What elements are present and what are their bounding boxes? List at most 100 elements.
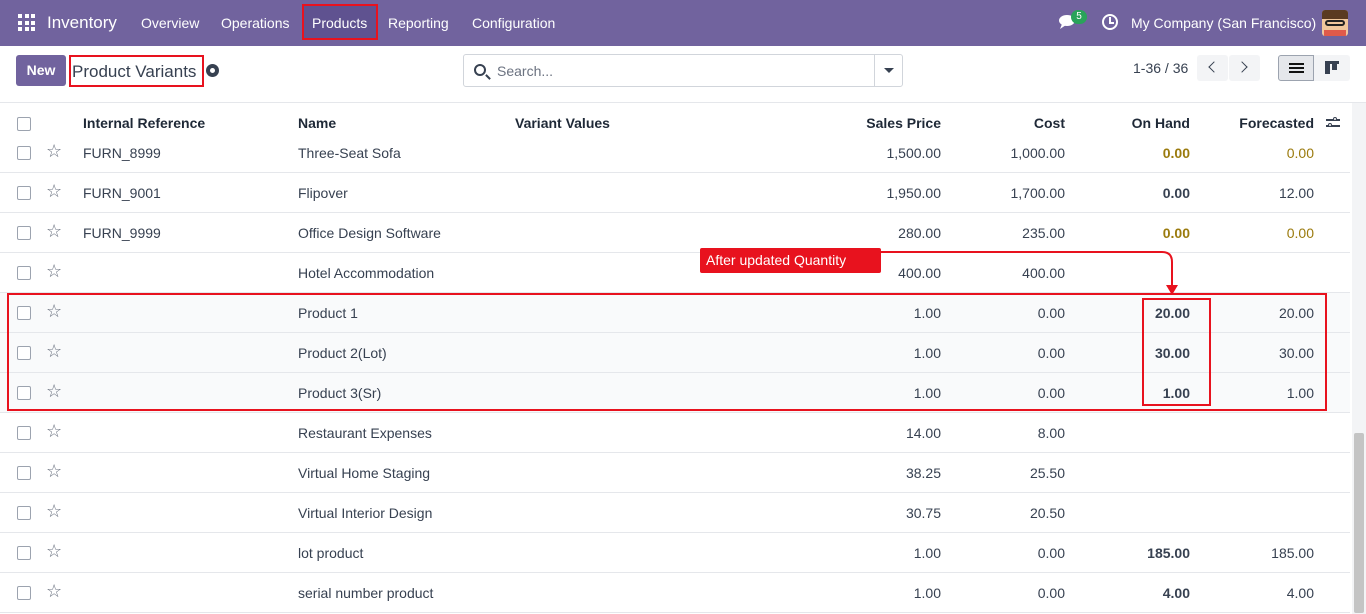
annotation-label: After updated Quantity	[700, 248, 881, 273]
page-title: Product Variants	[72, 62, 197, 81]
star-icon[interactable]: ☆	[46, 462, 62, 480]
row-checkbox[interactable]	[17, 226, 31, 240]
cell-name: Office Design Software	[298, 225, 441, 241]
row-checkbox[interactable]	[17, 506, 31, 520]
top-navbar: Inventory Overview Operations Products R…	[0, 0, 1366, 46]
menu-operations[interactable]: Operations	[221, 15, 289, 31]
pager-previous-button[interactable]	[1197, 55, 1228, 81]
table-row[interactable]: ☆ FURN_9999 Office Design Software 280.00 23…	[0, 213, 1350, 253]
table-row[interactable]: ☆ FURN_8999 Three-Seat Sofa 1,500.00 1,000.0…	[0, 133, 1350, 173]
scrollbar[interactable]	[1352, 103, 1366, 614]
search-icon[interactable]	[474, 64, 486, 76]
kanban-view-button[interactable]	[1314, 55, 1350, 81]
star-icon[interactable]: ☆	[46, 422, 62, 440]
cell-internal-reference: FURN_9999	[83, 225, 161, 241]
row-checkbox[interactable]	[17, 466, 31, 480]
pager-next-button[interactable]	[1229, 55, 1260, 81]
menu-products[interactable]: Products	[312, 15, 367, 31]
pager-value[interactable]: 1-36 / 36	[1133, 60, 1188, 76]
cell-cost: 20.50	[1029, 505, 1065, 521]
optional-columns-icon[interactable]	[1326, 116, 1340, 130]
cell-internal-reference: FURN_9001	[83, 185, 161, 201]
header-forecasted[interactable]: Forecasted	[1239, 115, 1314, 131]
row-checkbox[interactable]	[17, 426, 31, 440]
cell-name: Virtual Home Staging	[298, 465, 431, 481]
header-cost[interactable]: Cost	[1034, 115, 1065, 131]
star-icon[interactable]: ☆	[46, 222, 62, 240]
header-sales-price[interactable]: Sales Price	[866, 115, 941, 131]
cell-forecasted: 0.00	[1286, 145, 1314, 161]
star-icon[interactable]: ☆	[46, 142, 62, 160]
cell-name: serial number product	[298, 585, 434, 601]
cell-sales-price: 1,500.00	[886, 145, 942, 161]
table-row[interactable]: ☆ lot product 1.00 0.00 185.00 185.00	[0, 533, 1350, 573]
row-checkbox[interactable]	[17, 186, 31, 200]
activity-clock-icon[interactable]	[1102, 14, 1118, 30]
menu-reporting[interactable]: Reporting	[388, 15, 449, 31]
cell-cost: 8.00	[1037, 425, 1065, 441]
header-variant-values[interactable]: Variant Values	[515, 115, 610, 131]
cell-cost: 400.00	[1022, 265, 1065, 281]
cell-on-hand: 4.00	[1162, 585, 1190, 601]
table-row[interactable]: ☆ serial number product 1.00 0.00 4.00 4.00	[0, 573, 1350, 613]
cell-name: Flipover	[298, 185, 348, 201]
cell-sales-price: 1.00	[913, 585, 941, 601]
row-checkbox[interactable]	[17, 146, 31, 160]
cell-on-hand: 0.00	[1162, 185, 1190, 201]
cell-name: lot product	[298, 545, 364, 561]
cell-cost: 1,000.00	[1010, 145, 1066, 161]
cell-name: Virtual Interior Design	[298, 505, 433, 521]
search-input[interactable]	[497, 61, 867, 81]
company-switcher[interactable]: My Company (San Francisco)	[1131, 15, 1316, 31]
annotation-onhand-highlight	[1142, 298, 1211, 406]
app-name[interactable]: Inventory	[47, 13, 117, 33]
star-icon[interactable]: ☆	[46, 502, 62, 520]
cell-cost: 0.00	[1037, 545, 1065, 561]
cell-sales-price: 14.00	[905, 425, 941, 441]
star-icon[interactable]: ☆	[46, 582, 62, 600]
header-internal-reference[interactable]: Internal Reference	[83, 115, 205, 131]
cell-name: Restaurant Expenses	[298, 425, 432, 441]
user-avatar[interactable]	[1322, 10, 1348, 36]
chevron-right-icon	[1236, 61, 1248, 73]
cell-sales-price: 38.25	[905, 465, 941, 481]
cell-forecasted: 12.00	[1278, 185, 1314, 201]
search-options-caret-icon[interactable]	[875, 55, 903, 86]
gear-icon[interactable]	[206, 64, 219, 77]
list-view-button[interactable]	[1278, 55, 1314, 81]
header-name[interactable]: Name	[298, 115, 336, 131]
menu-overview[interactable]: Overview	[141, 15, 199, 31]
annotation-rows-highlight	[7, 293, 1327, 411]
table-row[interactable]: ☆ FURN_9001 Flipover 1,950.00 1,700.00 0.00 12…	[0, 173, 1350, 213]
cell-name: Hotel Accommodation	[298, 265, 435, 281]
table-row[interactable]: ☆ Restaurant Expenses 14.00 8.00	[0, 413, 1350, 453]
row-checkbox[interactable]	[17, 586, 31, 600]
cell-name: Three-Seat Sofa	[298, 145, 401, 161]
cell-sales-price: 1.00	[913, 545, 941, 561]
cell-on-hand: 0.00	[1162, 145, 1190, 161]
new-button[interactable]: New	[16, 55, 66, 86]
star-icon[interactable]: ☆	[46, 262, 62, 280]
table-row[interactable]: ☆ Virtual Interior Design 30.75 20.50	[0, 493, 1350, 533]
row-checkbox[interactable]	[17, 546, 31, 560]
apps-menu-icon[interactable]	[18, 14, 35, 31]
table-row[interactable]: ☆ Virtual Home Staging 38.25 25.50	[0, 453, 1350, 493]
cell-on-hand: 0.00	[1162, 225, 1190, 241]
star-icon[interactable]: ☆	[46, 542, 62, 560]
cell-sales-price: 1,950.00	[886, 185, 942, 201]
cell-forecasted: 0.00	[1286, 225, 1314, 241]
chat-badge: 5	[1071, 10, 1087, 24]
scrollbar-thumb[interactable]	[1354, 433, 1364, 613]
cell-sales-price: 400.00	[898, 265, 941, 281]
cell-cost: 25.50	[1029, 465, 1065, 481]
header-on-hand[interactable]: On Hand	[1132, 115, 1190, 131]
row-checkbox[interactable]	[17, 266, 31, 280]
cell-on-hand: 185.00	[1147, 545, 1190, 561]
cell-sales-price: 30.75	[905, 505, 941, 521]
star-icon[interactable]: ☆	[46, 182, 62, 200]
chevron-left-icon	[1208, 61, 1220, 73]
menu-configuration[interactable]: Configuration	[472, 15, 555, 31]
table-row[interactable]: ☆ Hotel Accommodation 400.00 400.00	[0, 253, 1350, 293]
cell-cost: 235.00	[1022, 225, 1065, 241]
select-all-checkbox[interactable]	[17, 117, 31, 131]
